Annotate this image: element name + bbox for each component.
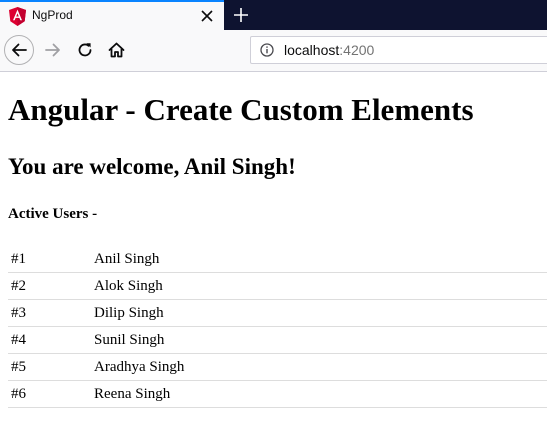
- user-name: Aradhya Singh: [94, 359, 185, 375]
- users-table: #1 Anil Singh #2 Alok Singh #3 Dilip Sin…: [8, 246, 547, 408]
- info-icon[interactable]: [260, 43, 274, 57]
- url-host: localhost: [284, 42, 340, 58]
- user-name: Alok Singh: [94, 278, 163, 294]
- active-users-heading: Active Users -: [8, 206, 98, 222]
- user-name: Anil Singh: [94, 251, 160, 267]
- user-name: Reena Singh: [94, 386, 171, 402]
- home-button[interactable]: [101, 35, 131, 65]
- user-id: #4: [11, 332, 26, 348]
- tab-strip: NgProd: [0, 0, 547, 30]
- home-icon: [108, 42, 124, 58]
- user-name: Dilip Singh: [94, 305, 164, 321]
- tab-ngprod[interactable]: NgProd: [0, 0, 224, 30]
- address-bar[interactable]: localhost:4200: [250, 36, 547, 64]
- arrow-right-icon: [45, 43, 60, 57]
- new-tab-button[interactable]: [229, 3, 253, 27]
- navigation-toolbar: localhost:4200: [0, 30, 547, 72]
- welcome-heading: You are welcome, Anil Singh!: [8, 154, 296, 179]
- tab-close-button[interactable]: [198, 7, 216, 25]
- table-row: #1 Anil Singh: [8, 246, 547, 273]
- table-row: #4 Sunil Singh: [8, 327, 547, 354]
- close-icon: [201, 10, 213, 22]
- tab-title: NgProd: [32, 8, 73, 22]
- arrow-left-icon: [12, 43, 27, 57]
- plus-icon: [234, 8, 248, 22]
- url-text: localhost:4200: [284, 42, 374, 58]
- table-row: #3 Dilip Singh: [8, 300, 547, 327]
- forward-button[interactable]: [38, 35, 68, 65]
- reload-icon: [78, 43, 92, 57]
- browser-chrome: NgProd localhost:4200: [0, 0, 547, 72]
- table-row: #2 Alok Singh: [8, 273, 547, 300]
- page-title: Angular - Create Custom Elements: [8, 92, 474, 127]
- user-id: #1: [11, 251, 26, 267]
- table-row: #6 Reena Singh: [8, 381, 547, 408]
- angular-logo-icon: [9, 7, 26, 26]
- user-id: #5: [11, 359, 26, 375]
- back-button[interactable]: [4, 35, 34, 65]
- user-id: #3: [11, 305, 26, 321]
- page-content: Angular - Create Custom Elements You are…: [0, 72, 547, 421]
- user-name: Sunil Singh: [94, 332, 165, 348]
- user-id: #2: [11, 278, 26, 294]
- table-row: #5 Aradhya Singh: [8, 354, 547, 381]
- user-id: #6: [11, 386, 26, 402]
- reload-button[interactable]: [70, 35, 100, 65]
- url-port: :4200: [339, 42, 375, 58]
